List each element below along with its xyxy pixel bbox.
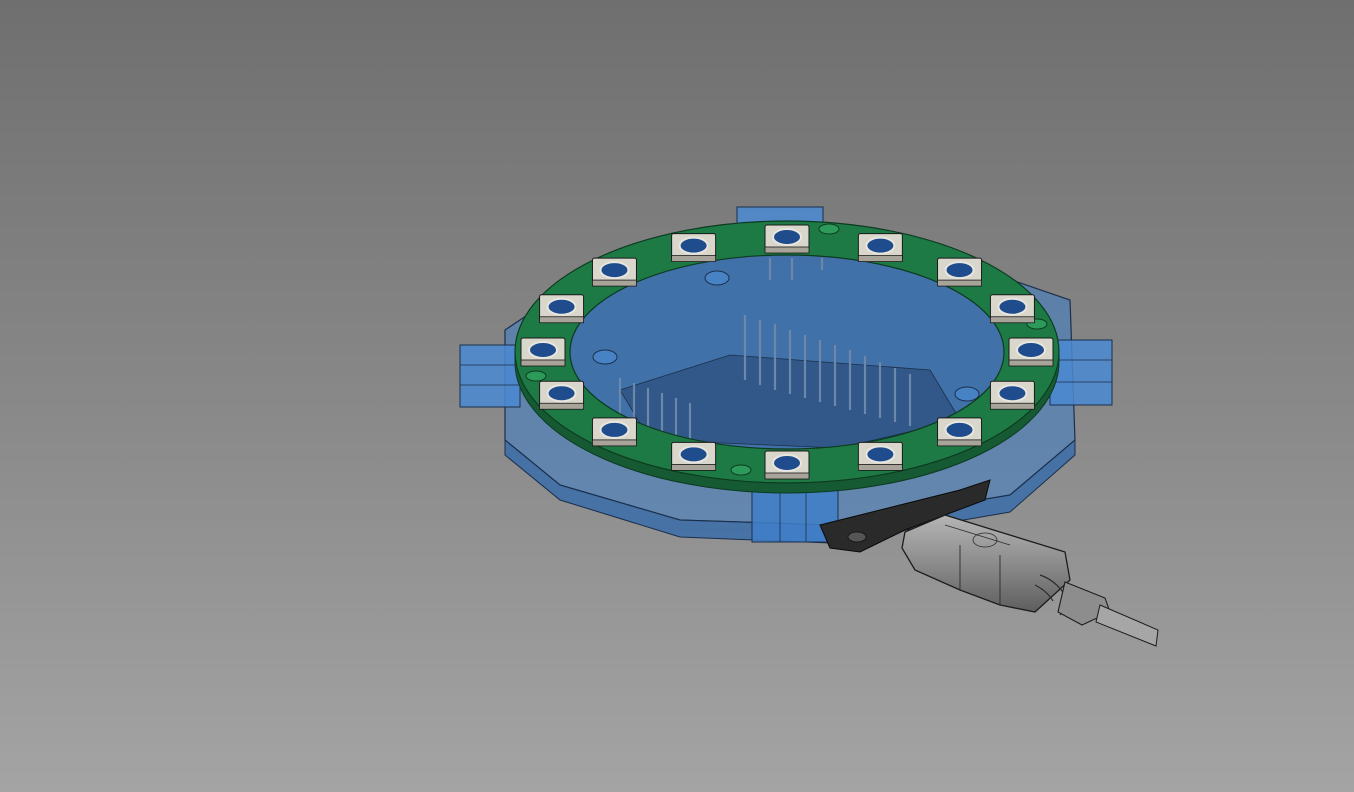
led-lens [865,236,896,255]
led-package-side [520,359,566,367]
led-12 [539,380,585,410]
enclosure-clip-left [459,344,521,408]
led-lens [678,445,709,464]
led-package-side [671,463,717,471]
led-2 [857,233,903,263]
led-5 [1008,337,1054,367]
led-lens [528,341,558,359]
led-package-side [937,439,982,447]
led-11 [591,417,637,447]
led-package-side [764,246,810,254]
led-package-side [857,255,903,263]
led-lens [546,297,577,316]
led-lens [772,228,802,246]
led-9 [764,450,810,480]
led-lens [599,261,630,280]
led-package-side [937,279,982,287]
led-1 [764,224,810,254]
led-lens [546,384,577,403]
led-7 [937,417,983,447]
led-3 [937,257,983,287]
led-package-side [539,402,584,410]
led-15 [591,257,637,287]
led-package-side [671,255,717,263]
led-lens [772,454,802,472]
led-13 [520,337,566,367]
led-lens [944,420,975,439]
led-lens [1016,341,1046,359]
led-14 [539,294,585,324]
led-package-side [990,316,1035,324]
led-package-side [990,402,1035,410]
usb-cable [901,514,1159,647]
led-package-side [539,316,584,324]
led-package-side [592,439,637,447]
led-16 [671,233,717,263]
led-lens [944,261,975,280]
led-lens [599,420,630,439]
3d-model-scene[interactable] [0,0,1354,792]
led-lens [997,384,1028,403]
led-package-side [592,279,637,287]
led-8 [857,441,903,471]
led-lens [997,297,1028,316]
led-package-side [1008,359,1054,367]
led-package-side [857,463,903,471]
led-6 [989,380,1035,410]
3d-viewport[interactable] [0,0,1354,792]
led-package-side [764,472,810,480]
led-lens [678,236,709,255]
led-lens [865,445,896,464]
led-4 [989,294,1035,324]
led-10 [671,441,717,471]
